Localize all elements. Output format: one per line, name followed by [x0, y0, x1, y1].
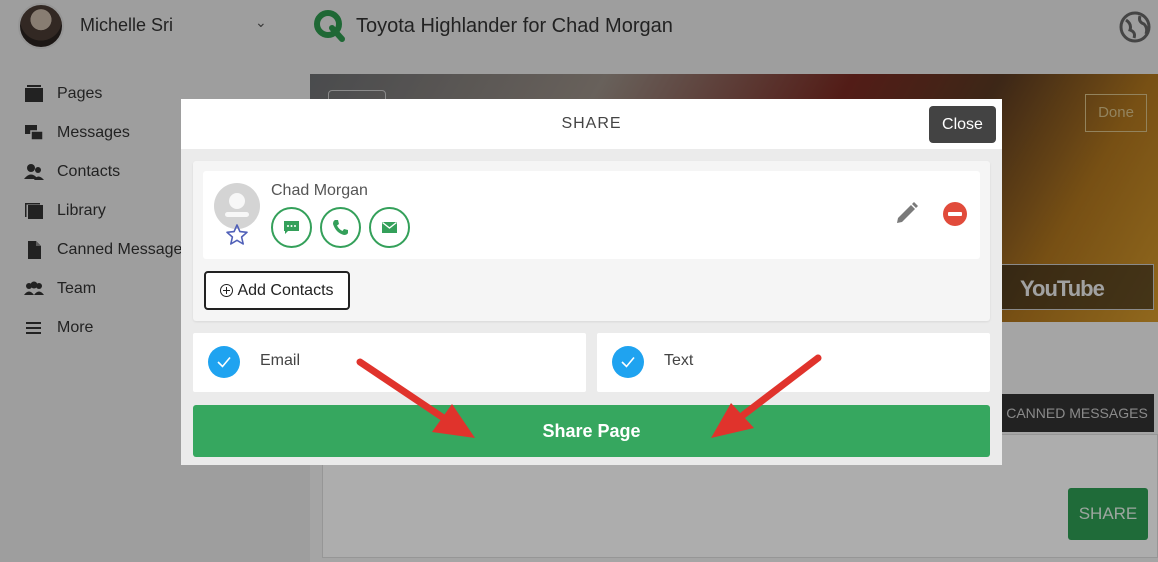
add-contacts-label: Add Contacts: [237, 281, 334, 299]
close-button[interactable]: Close: [929, 106, 996, 143]
text-message-button[interactable]: [271, 207, 312, 248]
add-circle-icon: [220, 284, 234, 297]
share-modal: SHARE Close Chad Morgan Add Contacts Ema…: [181, 99, 1002, 465]
call-button[interactable]: [320, 207, 361, 248]
contact-name: Chad Morgan: [271, 182, 368, 199]
modal-header: SHARE Close: [181, 99, 1002, 149]
contacts-panel: Chad Morgan Add Contacts: [193, 161, 990, 321]
star-icon[interactable]: [225, 223, 249, 247]
mail-icon: [382, 221, 397, 233]
email-option[interactable]: Email: [193, 333, 586, 392]
email-option-label: Email: [260, 352, 301, 369]
modal-title: SHARE: [561, 115, 622, 132]
email-button[interactable]: [369, 207, 410, 248]
checkmark-icon[interactable]: [208, 346, 240, 378]
contact-card: Chad Morgan: [203, 171, 980, 259]
checkmark-icon[interactable]: [612, 346, 644, 378]
pencil-icon[interactable]: [893, 201, 919, 227]
share-page-button[interactable]: Share Page: [193, 405, 990, 457]
add-contacts-button[interactable]: Add Contacts: [204, 271, 350, 310]
text-option-label: Text: [664, 352, 694, 369]
remove-contact-icon[interactable]: [943, 202, 967, 226]
chat-icon: [284, 221, 299, 234]
text-option[interactable]: Text: [597, 333, 990, 392]
phone-icon: [333, 220, 348, 235]
